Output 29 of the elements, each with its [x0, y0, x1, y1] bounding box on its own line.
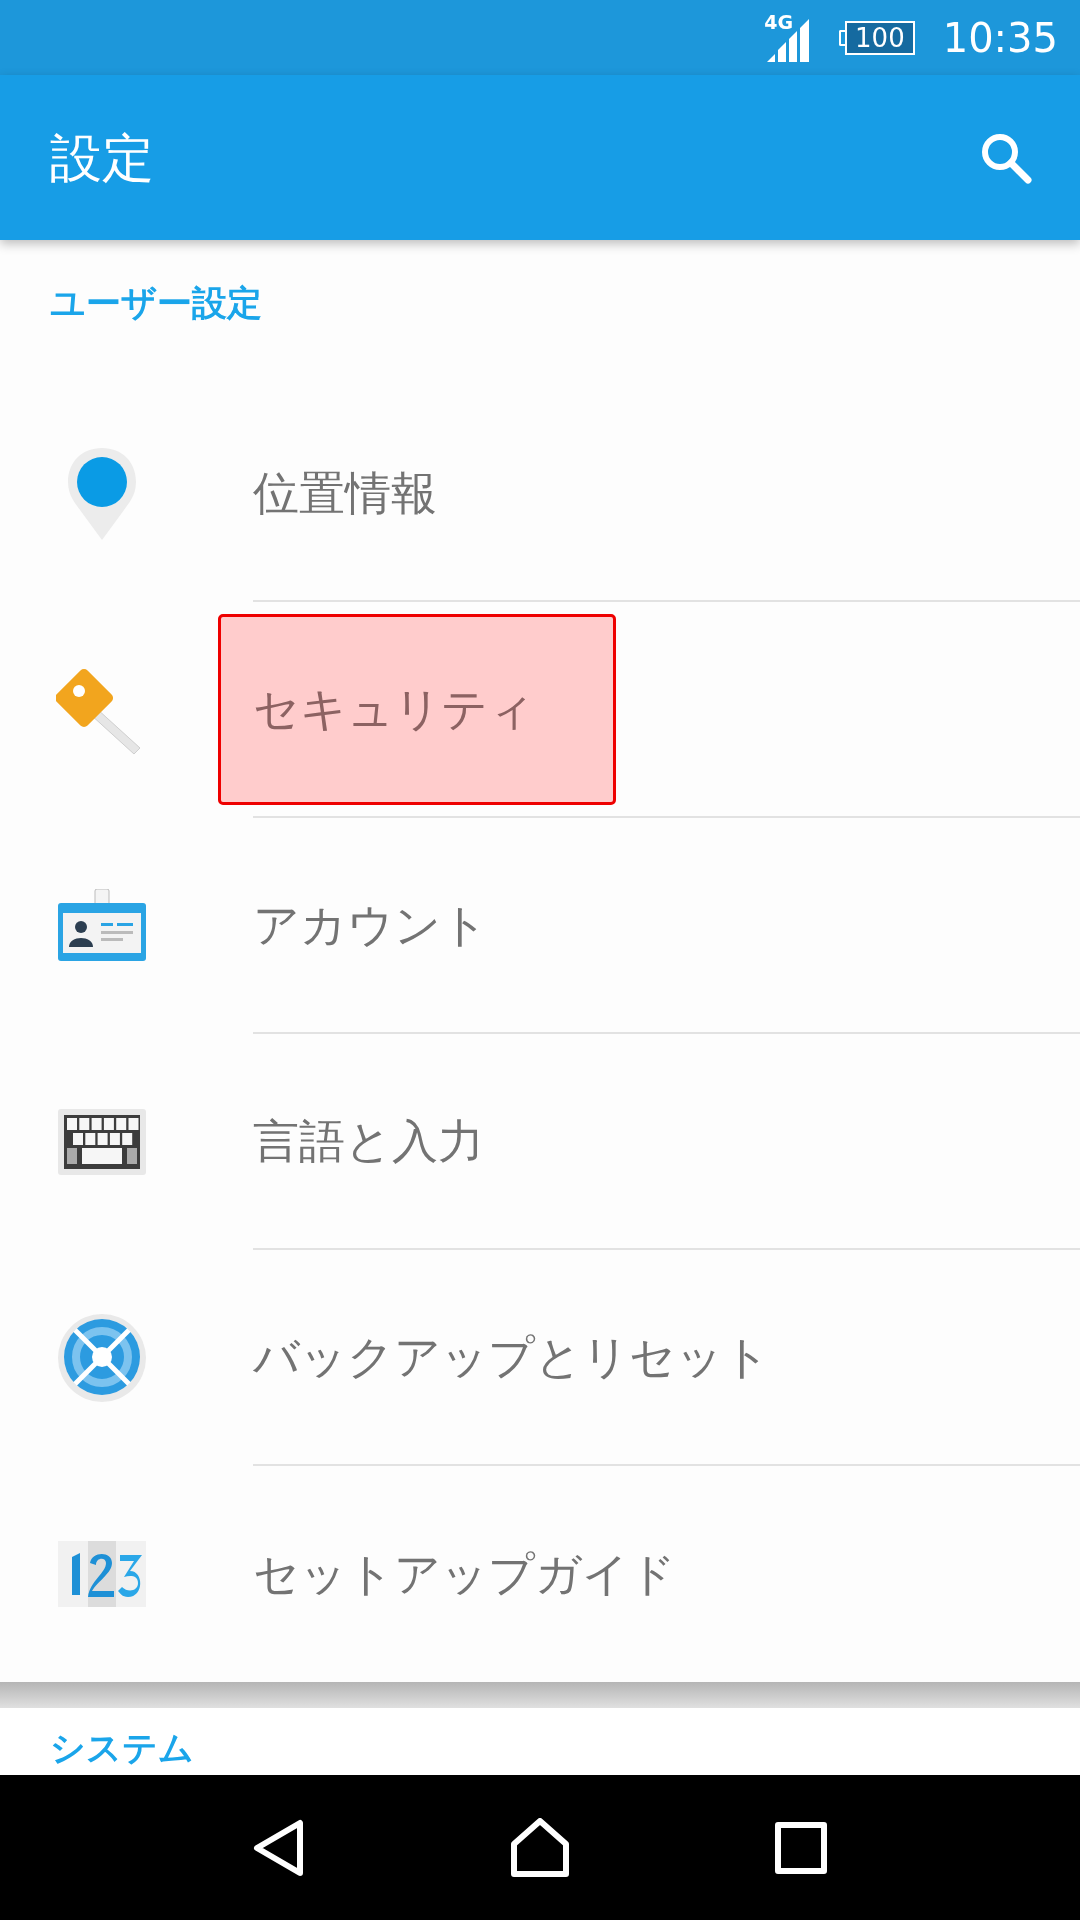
- home-icon: [510, 1817, 570, 1878]
- section-header: ユーザー設定: [50, 281, 262, 325]
- battery-indicator: 100: [839, 20, 915, 55]
- item-label: セキュリティ: [218, 613, 616, 805]
- settings-item[interactable]: セットアップガイド: [0, 1466, 1080, 1682]
- item-label: アカウント: [253, 896, 488, 954]
- item-label: セットアップガイド: [253, 1545, 676, 1603]
- home-button[interactable]: [510, 1817, 570, 1878]
- square-icon: [775, 1821, 828, 1874]
- map-pin-icon: [65, 446, 138, 542]
- backup-icon: [56, 1313, 147, 1403]
- keyboard-icon: [57, 1109, 146, 1175]
- id-card-icon: [56, 889, 147, 963]
- number-guide-icon: [57, 1541, 146, 1607]
- item-label: バックアップとリセット: [253, 1328, 770, 1386]
- clock: 10:35: [942, 13, 1058, 63]
- item-label: 言語と入力: [253, 1112, 484, 1170]
- recent-apps-button[interactable]: [775, 1821, 828, 1874]
- section-header: システム: [50, 1728, 194, 1768]
- settings-item[interactable]: 位置情報: [0, 386, 1080, 602]
- settings-item[interactable]: 言語と入力: [0, 1034, 1080, 1250]
- network-type: 4G: [764, 9, 794, 35]
- settings-item[interactable]: アカウント: [0, 818, 1080, 1034]
- back-button[interactable]: [252, 1818, 305, 1877]
- page-title: 設定: [50, 126, 154, 190]
- back-icon: [252, 1818, 305, 1877]
- item-label: 位置情報: [253, 464, 437, 522]
- settings-item[interactable]: セキュリティ: [0, 602, 1080, 818]
- settings-item[interactable]: バックアップとリセット: [0, 1250, 1080, 1466]
